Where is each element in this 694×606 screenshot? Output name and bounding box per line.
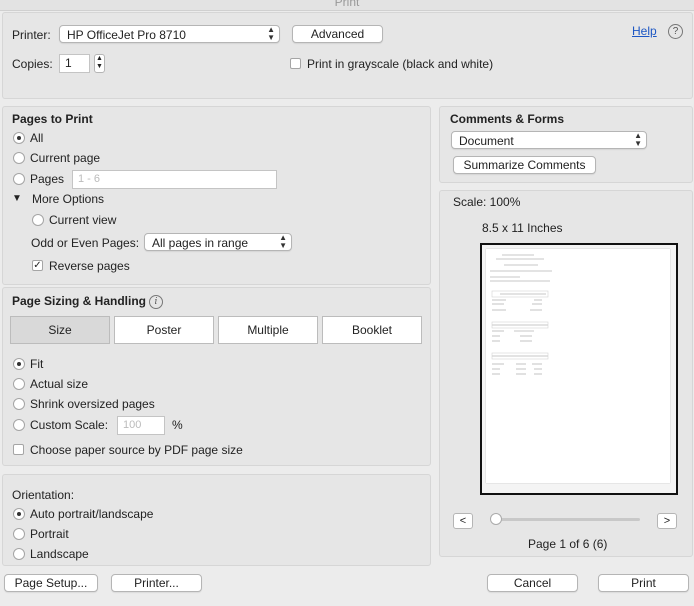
all-pages-label: All	[30, 131, 44, 145]
auto-orientation-radio[interactable]	[13, 508, 25, 520]
page-setup-button[interactable]: Page Setup...	[4, 574, 98, 592]
odd-even-label: Odd or Even Pages:	[31, 236, 140, 250]
tab-size[interactable]: Size	[10, 316, 110, 344]
current-page-radio[interactable]	[13, 152, 25, 164]
fit-radio[interactable]	[13, 358, 25, 370]
all-pages-radio[interactable]	[13, 132, 25, 144]
comments-forms-select[interactable]: Document ▲ ▼	[451, 131, 647, 149]
shrink-label: Shrink oversized pages	[30, 397, 155, 411]
current-view-label: Current view	[49, 213, 117, 227]
copies-stepper[interactable]: ▲ ▼	[94, 54, 105, 73]
grayscale-checkbox[interactable]	[290, 58, 301, 69]
title-bar: Print	[0, 0, 694, 11]
tab-multiple[interactable]: Multiple	[218, 316, 318, 344]
pages-range-input[interactable]: 1 - 6	[72, 170, 277, 189]
landscape-label: Landscape	[30, 547, 89, 561]
prev-page-button[interactable]: <	[453, 513, 473, 529]
next-page-button[interactable]: >	[657, 513, 677, 529]
custom-scale-label: Custom Scale:	[30, 418, 109, 432]
actual-size-label: Actual size	[30, 377, 89, 391]
percent-label: %	[172, 418, 183, 432]
print-button[interactable]: Print	[598, 574, 689, 592]
actual-size-radio[interactable]	[13, 378, 25, 390]
help-link[interactable]: Help	[632, 24, 657, 38]
window-title: Print	[334, 0, 360, 9]
tab-booklet[interactable]: Booklet	[322, 316, 422, 344]
pages-to-print-title: Pages to Print	[12, 112, 93, 126]
landscape-radio[interactable]	[13, 548, 25, 560]
comments-forms-select-value: Document	[459, 134, 514, 148]
page-sizing-title: Page Sizing & Handling	[12, 294, 147, 308]
more-options-triangle-icon[interactable]: ▼	[12, 193, 22, 204]
select-arrows-icon: ▲ ▼	[267, 25, 275, 42]
paper-source-label: Choose paper source by PDF page size	[30, 443, 243, 457]
pages-range-radio[interactable]	[13, 173, 25, 185]
reverse-pages-checkbox[interactable]: ✓	[32, 260, 43, 271]
summarize-comments-button[interactable]: Summarize Comments	[453, 156, 596, 174]
grayscale-label: Print in grayscale (black and white)	[307, 57, 494, 71]
help-icon[interactable]: ?	[668, 24, 683, 39]
custom-scale-input[interactable]: 100	[117, 416, 165, 435]
info-icon[interactable]: i	[149, 295, 163, 309]
custom-scale-radio[interactable]	[13, 419, 25, 431]
advanced-button[interactable]: Advanced	[292, 25, 383, 43]
orientation-title: Orientation:	[12, 488, 75, 502]
printer-label: Printer:	[12, 28, 51, 42]
reverse-pages-label: Reverse pages	[49, 259, 130, 273]
printer-select-value: HP OfficeJet Pro 8710	[67, 28, 186, 42]
copies-label: Copies:	[12, 57, 53, 71]
select-arrows-icon: ▲ ▼	[634, 131, 642, 148]
pages-range-label: Pages	[30, 172, 65, 186]
portrait-label: Portrait	[30, 527, 69, 541]
auto-orientation-label: Auto portrait/landscape	[30, 507, 154, 521]
current-page-label: Current page	[30, 151, 101, 165]
tab-poster[interactable]: Poster	[114, 316, 214, 344]
portrait-radio[interactable]	[13, 528, 25, 540]
shrink-radio[interactable]	[13, 398, 25, 410]
cancel-button[interactable]: Cancel	[487, 574, 578, 592]
more-options-label[interactable]: More Options	[32, 192, 104, 206]
printer-button[interactable]: Printer...	[111, 574, 202, 592]
printer-select[interactable]: HP OfficeJet Pro 8710 ▲ ▼	[59, 25, 280, 43]
paper-source-checkbox[interactable]	[13, 444, 24, 455]
page-slider-track[interactable]	[494, 518, 640, 521]
comments-forms-title: Comments & Forms	[450, 112, 565, 126]
odd-even-select-value: All pages in range	[152, 236, 249, 250]
current-view-radio[interactable]	[32, 214, 44, 226]
copies-input[interactable]: 1	[59, 54, 90, 73]
page-slider-knob[interactable]	[490, 513, 502, 525]
select-arrows-icon: ▲ ▼	[279, 233, 287, 250]
scale-label: Scale: 100%	[453, 195, 521, 209]
odd-even-select[interactable]: All pages in range ▲ ▼	[144, 233, 292, 251]
page-indicator: Page 1 of 6 (6)	[528, 537, 608, 551]
page-preview-thumbnail	[486, 249, 670, 483]
paper-size-label: 8.5 x 11 Inches	[482, 221, 563, 235]
page-content-lines	[490, 254, 552, 375]
fit-label: Fit	[30, 357, 44, 371]
